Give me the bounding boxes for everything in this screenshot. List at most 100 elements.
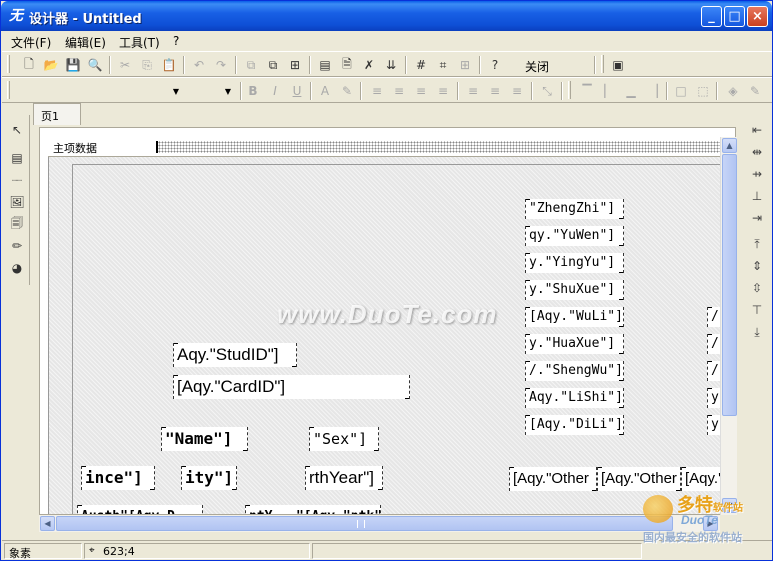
close-button[interactable]: 关闭 (525, 58, 549, 75)
field-other[interactable]: [Aqy."Other (509, 467, 597, 491)
field-studid[interactable]: Aqy."StudID"] (173, 343, 297, 367)
frame-color-icon[interactable]: ✎ (746, 82, 764, 100)
fill-color-icon[interactable]: ◈ (724, 82, 742, 100)
menu-file[interactable]: 文件(F) (11, 34, 51, 51)
field-other[interactable]: [Aqy."Other (597, 467, 681, 491)
insert-page-icon[interactable]: 🗎 (338, 56, 356, 74)
help-pointer-icon[interactable]: ? (486, 56, 504, 74)
align-justify-icon[interactable]: ≡ (434, 82, 452, 100)
chart-object-icon[interactable]: ◕ (8, 259, 26, 277)
valign-bottom-icon[interactable]: ≡ (508, 82, 526, 100)
scroll-left-icon[interactable]: ◀ (40, 516, 55, 531)
print-preview-icon[interactable]: 🔍 (86, 56, 104, 74)
page-options-icon[interactable]: ⇊ (382, 56, 400, 74)
toolbar-grip[interactable] (601, 55, 604, 73)
space-v-equally-icon[interactable]: ⊤ (748, 301, 766, 319)
center-h-window-icon[interactable]: ⇸ (748, 165, 766, 183)
field-yuwen[interactable]: qy."YuWen"] (525, 226, 624, 246)
tab-page1[interactable]: 页1 (33, 103, 81, 125)
horizontal-scrollbar[interactable]: ◀ ▶ (39, 515, 720, 532)
line-object-icon[interactable]: ✏ (8, 237, 26, 255)
highlight-icon[interactable]: ✎ (338, 82, 356, 100)
align-bottoms-icon[interactable]: ⤓ (748, 323, 766, 341)
align-v-centers-icon[interactable]: ⇕ (748, 257, 766, 275)
font-size-combo[interactable]: ▼ (188, 81, 234, 101)
cut-icon[interactable]: ✂ (116, 56, 134, 74)
scroll-up-icon[interactable]: ▲ (722, 138, 737, 153)
pointer-icon[interactable]: ↖ (8, 121, 26, 139)
align-h-centers-icon[interactable]: ⇹ (748, 143, 766, 161)
text-object-icon[interactable]: ▤ (8, 149, 26, 167)
vertical-scroll-thumb[interactable] (722, 154, 737, 416)
align-center-icon[interactable]: ≡ (390, 82, 408, 100)
space-h-equally-icon[interactable]: ⊥ (748, 187, 766, 205)
copy-icon[interactable]: ⎘ (138, 56, 156, 74)
align-left-icon[interactable]: ≡ (368, 82, 386, 100)
picture-object-icon[interactable]: 🖼 (8, 193, 26, 211)
minimize-button[interactable]: _ (701, 6, 722, 27)
paste-icon[interactable]: 📋 (160, 56, 178, 74)
bring-front-icon[interactable]: ⧉ (242, 56, 260, 74)
field-name[interactable]: "Name"] (161, 427, 248, 451)
title-bar[interactable]: 无 设计器 - Untitled _ □ × (1, 1, 772, 31)
frame-right-icon[interactable]: ▕ (644, 82, 662, 100)
toolbar-grip[interactable] (7, 81, 10, 99)
grid-icon[interactable]: # (412, 56, 430, 74)
snap-grid-icon[interactable]: ⌗ (434, 56, 452, 74)
valign-top-icon[interactable]: ≡ (464, 82, 482, 100)
report-design-area[interactable]: 主项数据 "ZhengZhi"] qy."YuWen"] y."YingYu"]… (39, 127, 736, 515)
field-sex[interactable]: "Sex"] (309, 427, 379, 451)
frame-all-icon[interactable]: □ (672, 82, 690, 100)
menu-help[interactable]: ? (173, 34, 179, 48)
toolbar-grip[interactable] (568, 81, 571, 99)
align-right-icon[interactable]: ≡ (412, 82, 430, 100)
italic-icon[interactable]: I (266, 82, 284, 100)
field-shuxue[interactable]: y."ShuXue"] (525, 280, 624, 300)
field-birthyear[interactable]: rthYear"] (305, 466, 383, 490)
field-huaxue[interactable]: y."HuaXue"] (525, 334, 624, 354)
frame-none-icon[interactable]: ⬚ (694, 82, 712, 100)
field-cardid[interactable]: [Aqy."CardID"] (173, 375, 410, 399)
rotate-text-icon[interactable]: ⤡ (538, 82, 556, 100)
valign-middle-icon[interactable]: ≡ (486, 82, 504, 100)
maximize-button[interactable]: □ (724, 6, 745, 27)
object-inspector-icon[interactable]: ▣ (609, 56, 627, 74)
frame-bottom-icon[interactable]: ▁ (622, 82, 640, 100)
delete-page-icon[interactable]: ✗ (360, 56, 378, 74)
align-tops-icon[interactable]: ⤒ (748, 235, 766, 253)
save-icon[interactable]: 💾 (64, 56, 82, 74)
bold-icon[interactable]: B (244, 82, 262, 100)
center-v-window-icon[interactable]: ⇳ (748, 279, 766, 297)
field-yingyu[interactable]: y."YingYu"] (525, 253, 624, 273)
horizontal-scroll-thumb[interactable] (56, 516, 673, 531)
field-shengwu[interactable]: /."ShengWu"] (525, 361, 624, 381)
fit-grid-icon[interactable]: ⊞ (456, 56, 474, 74)
field-cutoff[interactable]: Austh"[Aqy.D. (77, 505, 203, 514)
insert-band-icon[interactable]: ▤ (316, 56, 334, 74)
field-city[interactable]: ity"] (181, 466, 237, 490)
align-right-edges-icon[interactable]: ⇥ (748, 209, 766, 227)
menu-edit[interactable]: 编辑(E) (65, 34, 106, 51)
undo-icon[interactable]: ↶ (190, 56, 208, 74)
master-data-band[interactable]: "ZhengZhi"] qy."YuWen"] y."YingYu"] y."S… (48, 157, 735, 514)
redo-icon[interactable]: ↷ (212, 56, 230, 74)
frame-left-icon[interactable]: ▏ (600, 82, 618, 100)
field-lishi[interactable]: Aqy."LiShi"] (525, 388, 624, 408)
vertical-scrollbar[interactable]: ▲ ▼ (720, 137, 737, 515)
underline-icon[interactable]: U (288, 82, 306, 100)
subreport-icon[interactable]: 🗐 (8, 215, 26, 233)
close-window-button[interactable]: × (747, 6, 768, 27)
open-folder-icon[interactable]: 📂 (42, 56, 60, 74)
field-dili[interactable]: [Aqy."DiLi"] (525, 415, 624, 435)
toolbar-grip[interactable] (7, 55, 10, 73)
field-zhengzhi[interactable]: "ZhengZhi"] (525, 199, 624, 219)
field-cutoff[interactable]: ntY..."[Aqy."ntk" (245, 505, 381, 514)
menu-tools[interactable]: 工具(T) (119, 34, 160, 51)
group-icon[interactable]: ⊞ (286, 56, 304, 74)
band-object-icon[interactable]: ┈┈ (8, 171, 26, 189)
frame-top-icon[interactable]: ▔ (578, 82, 596, 100)
field-province[interactable]: ince"] (81, 466, 155, 490)
master-data-band-header[interactable]: 主项数据 (48, 137, 735, 157)
new-file-icon[interactable]: 🗋 (20, 56, 38, 74)
send-back-icon[interactable]: ⧉ (264, 56, 282, 74)
